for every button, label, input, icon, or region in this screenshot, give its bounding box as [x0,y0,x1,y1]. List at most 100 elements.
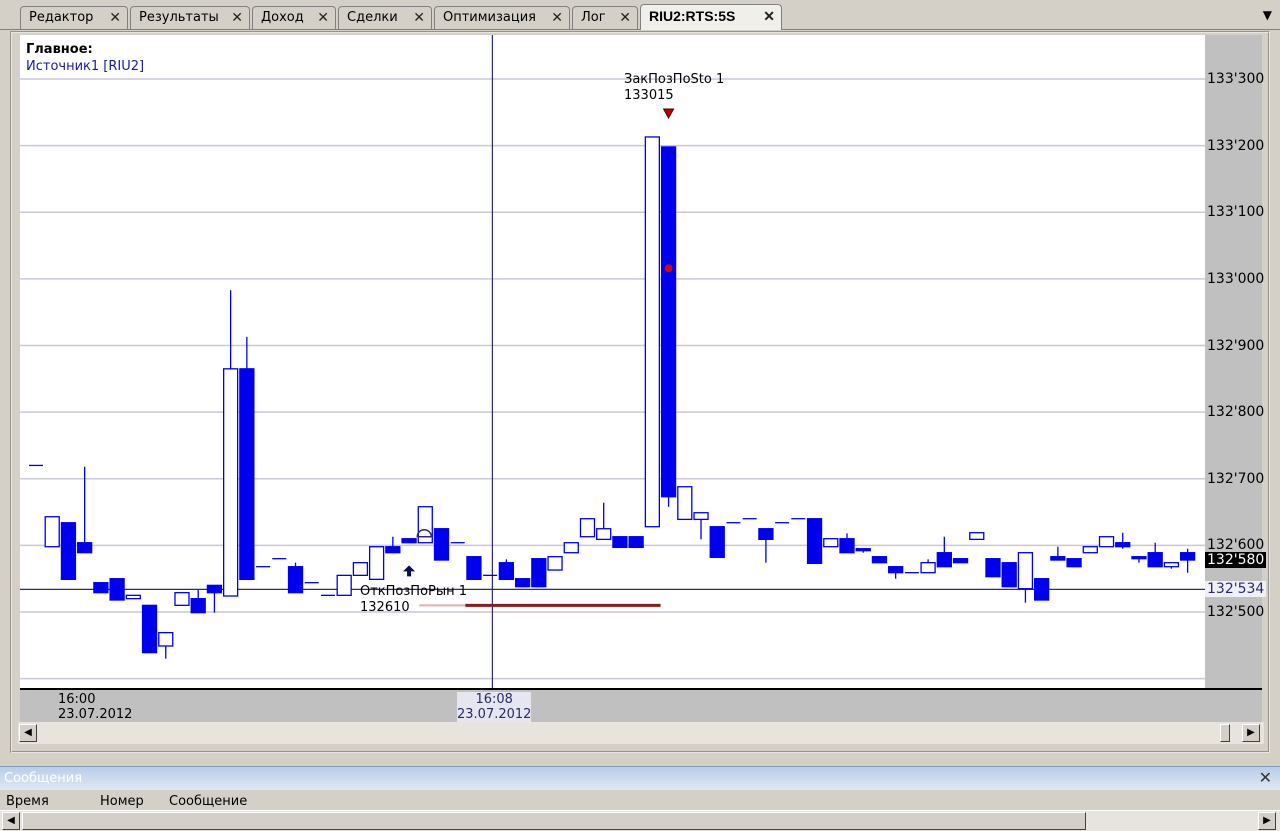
messages-horizontal-scrollbar[interactable]: ◀ ▶ [0,810,1280,831]
tab-bar: Редактор ✕ Результаты ✕ Доход ✕ Сделки ✕ Оптимиз… [0,0,1280,30]
tab-menu-icon[interactable]: ▼ [1263,8,1272,22]
tab-1[interactable]: Результаты ✕ [130,6,250,29]
messages-table-header: Время Номер Сообщение [0,790,1280,810]
candle-up [352,562,369,577]
close-icon[interactable]: ✕ [763,8,775,25]
candle-down [206,584,223,594]
candle-down [1033,578,1050,601]
candle-down [141,604,158,654]
candle-up [547,556,563,571]
source-label[interactable]: Источник1 [RIU2] [26,59,144,74]
candle-up [158,632,174,647]
close-icon[interactable]: ✕ [619,10,631,26]
close-signal-price: 133015 [624,88,674,103]
candle-down [839,538,855,554]
candle-up [174,592,190,606]
candle-up [1017,552,1034,590]
candle-down [190,598,206,614]
chart-horizontal-scrollbar[interactable]: ◀ ▶ [18,722,1264,744]
candle-up [563,542,579,554]
open-signal-name: ОткПозПоРын 1 [360,584,468,599]
candle-up [644,136,661,528]
price-tick-label: 133'100 [1207,204,1265,221]
column-message[interactable]: Сообщение [169,794,247,809]
close-icon[interactable]: ✕ [317,10,329,26]
close-icon[interactable]: ✕ [551,10,563,26]
current-price-badge: 132'580 [1205,552,1267,569]
open-signal-price: 132610 [360,600,410,615]
scroll-thumb[interactable] [1220,724,1230,742]
messages-panel-header: Сообщения ✕ [0,766,1280,790]
close-icon[interactable]: ✕ [413,10,425,26]
candle-up [368,546,385,581]
candle-down [660,146,677,498]
candle-down [1001,562,1017,588]
tab-label: Доход [261,10,304,25]
candle-up [596,528,612,541]
scroll-thumb[interactable] [22,812,1086,830]
scroll-left-icon[interactable]: ◀ [2,812,20,830]
candle-down [93,582,109,594]
candle-up [1163,562,1180,568]
open-signal-label: ОткПозПоРын 1 132610 [360,584,467,616]
tab-3[interactable]: Сделки ✕ [338,6,432,29]
tab-label: Сделки [347,10,398,25]
buy-arrow-icon [403,565,416,577]
price-tick-label: 132'500 [1207,604,1265,620]
time: 16:00 [58,692,96,707]
close-marker-dot [664,264,673,273]
tab-label: Лог [581,10,606,25]
close-icon[interactable]: ✕ [231,10,243,26]
candle-down [466,556,482,581]
price-tick-label: 133'000 [1207,270,1265,287]
close-signal-name: ЗакПозПоSto 1 [624,72,725,87]
candle-down [871,556,888,564]
candle-up [125,594,141,600]
candle-down [287,566,304,594]
candle-up [44,516,60,548]
tab-label: Результаты [139,10,219,25]
close-icon[interactable]: ✕ [1259,768,1272,787]
column-number[interactable]: Номер [100,794,144,809]
date: 23.07.2012 [457,707,532,722]
candle-down [888,566,904,574]
candle-down [806,518,823,565]
price-tick-label: 132'900 [1207,337,1265,354]
candle-up [693,512,709,521]
close-signal-label: ЗакПозПоSto 1 133015 [624,72,724,104]
tab-0[interactable]: Редактор ✕ [20,6,128,29]
candle-down [1131,556,1147,560]
price-tick-label: 132'800 [1207,404,1265,421]
candle-down [498,562,515,581]
messages-title: Сообщения [4,771,83,786]
candle-down [109,578,125,601]
chart-plot-area[interactable]: Главное: Источник1 [RIU2] ОткПозПоРын 1 … [20,35,1205,688]
cursor-price-badge: 132'534 [1205,581,1267,598]
scroll-left-icon[interactable]: ◀ [19,724,37,742]
candle-up [579,518,596,538]
scroll-right-icon[interactable]: ▶ [1258,812,1276,830]
tab-6[interactable]: RIU2:RTS:5S ✕ [640,4,782,30]
candle-up [1098,536,1115,548]
candle-down [531,558,547,588]
tab-5[interactable]: Лог ✕ [572,6,638,29]
price-axis[interactable]: 133'300 133'200 133'100 133'000 132'900 132'8… [1205,35,1267,688]
close-icon[interactable]: ✕ [109,10,121,26]
tab-4[interactable]: Оптимизация ✕ [434,6,570,29]
candlestick-chart [20,35,1205,688]
candle-down [1115,542,1131,548]
candle-down [855,548,871,552]
candle-down [60,522,77,581]
candle-down [1050,556,1066,561]
candle-up [969,532,985,541]
time-label-cursor: 16:08 23.07.2012 [457,692,532,722]
price-tick-label: 133'300 [1207,71,1265,87]
scroll-right-icon[interactable]: ▶ [1242,724,1260,742]
candle-down [1147,552,1163,568]
column-time[interactable]: Время [6,794,49,809]
candle-down [612,536,628,549]
candle-down [385,546,401,554]
candle-up [823,538,839,548]
tab-2[interactable]: Доход ✕ [252,6,336,29]
candle-up [677,486,693,521]
